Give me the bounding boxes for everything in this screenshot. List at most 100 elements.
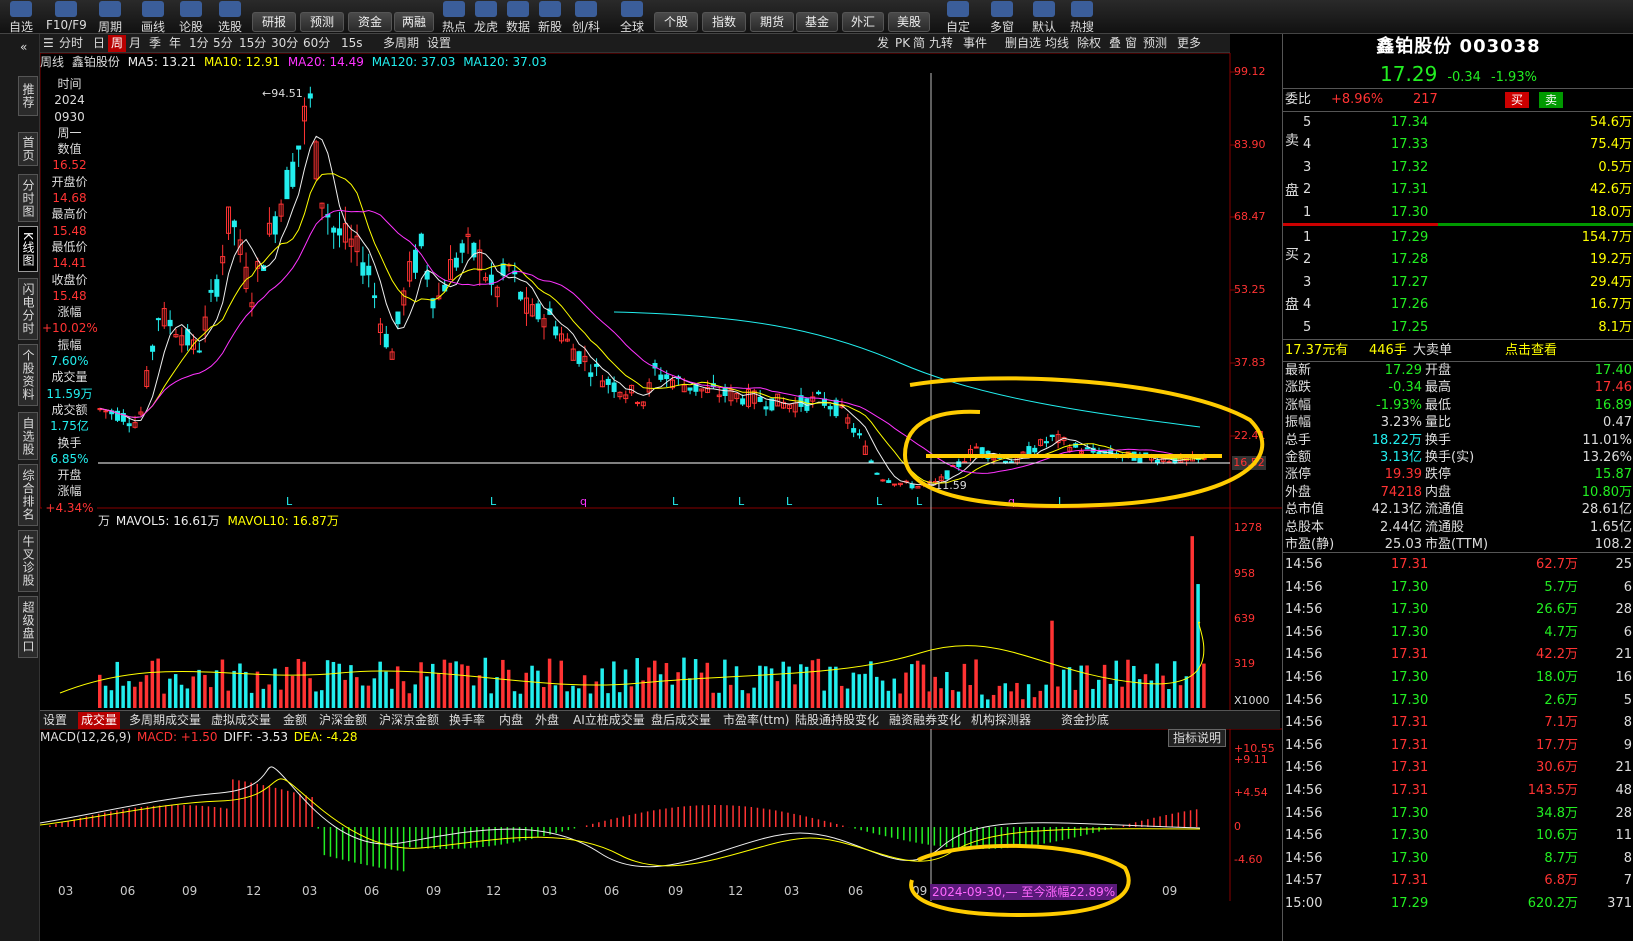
topbar-item-1[interactable]: F10/F9 bbox=[46, 0, 87, 34]
buy-button[interactable]: 买 bbox=[1505, 92, 1529, 108]
topbar-button-4[interactable]: 个股 bbox=[654, 12, 698, 32]
topbar-item-5[interactable]: 选股 bbox=[212, 0, 248, 34]
indicator-tab-16[interactable]: 资金抄底 bbox=[1058, 712, 1112, 729]
period-tab-13[interactable]: 设置 bbox=[424, 35, 454, 52]
topbar-button-8[interactable]: 外汇 bbox=[842, 12, 884, 32]
bid-row-1[interactable]: 2 17.28 19.2万 bbox=[1283, 249, 1633, 271]
indicator-tab-8[interactable]: 内盘 bbox=[496, 712, 526, 729]
topbar-item-3[interactable]: 画线 bbox=[134, 0, 172, 34]
topbar-item-8[interactable]: 数据 bbox=[502, 0, 534, 34]
period-tab-4[interactable]: 季 bbox=[146, 35, 164, 52]
big-order-link[interactable]: 点击查看 bbox=[1505, 340, 1557, 362]
topbar-icon-12 bbox=[947, 1, 969, 17]
tool-tab-3[interactable]: 九转 bbox=[926, 35, 956, 52]
ask-row-3[interactable]: 2 17.31 42.6万 bbox=[1283, 179, 1633, 201]
indicator-tab-10[interactable]: AI立桩成交量 bbox=[570, 712, 648, 729]
indicator-tab-5[interactable]: 沪深金额 bbox=[316, 712, 370, 729]
ask-row-0[interactable]: 5 17.34 54.6万 bbox=[1283, 112, 1633, 134]
indicator-tab-2[interactable]: 多周期成交量 bbox=[126, 712, 204, 729]
topbar-button-0[interactable]: 研报 bbox=[252, 12, 296, 32]
tool-tab-10[interactable]: 预测 bbox=[1140, 35, 1170, 52]
tick-count-1: 6 bbox=[1623, 579, 1632, 595]
period-tab-12[interactable]: 多周期 bbox=[380, 35, 422, 52]
left-tab-1[interactable]: 首页 bbox=[18, 132, 38, 166]
topbar-button-3[interactable]: 两融 bbox=[394, 12, 434, 32]
indicator-tab-13[interactable]: 陆股通持股变化 bbox=[792, 712, 882, 729]
left-tab-3[interactable]: K线图 bbox=[18, 226, 38, 272]
topbar-button-7[interactable]: 基金 bbox=[796, 12, 838, 32]
period-tab-5[interactable]: 年 bbox=[166, 35, 184, 52]
period-tab-11[interactable]: 15s bbox=[338, 35, 366, 52]
topbar-button-6[interactable]: 期货 bbox=[750, 12, 794, 32]
topbar-label-10: 创/科 bbox=[571, 20, 601, 34]
left-tab-5[interactable]: 个股资料 bbox=[18, 344, 38, 406]
topbar-item-14[interactable]: 默认 bbox=[1024, 0, 1064, 34]
period-tab-6[interactable]: 1分 bbox=[186, 35, 212, 52]
big-order-row[interactable]: 17.37元有 446手 大卖单 点击查看 bbox=[1283, 340, 1633, 362]
indicator-tab-4[interactable]: 金额 bbox=[280, 712, 310, 729]
indicator-tab-7[interactable]: 换手率 bbox=[446, 712, 488, 729]
period-tab-3[interactable]: 月 bbox=[126, 35, 144, 52]
left-tab-2[interactable]: 分时图 bbox=[18, 174, 38, 222]
period-tab-0[interactable]: 分时 bbox=[56, 35, 86, 52]
left-tab-9[interactable]: 超级盘口 bbox=[18, 596, 38, 658]
indicator-tab-9[interactable]: 外盘 bbox=[532, 712, 562, 729]
indicator-tab-0[interactable]: 设置 bbox=[40, 712, 70, 729]
topbar-item-12[interactable]: 自定 bbox=[938, 0, 978, 34]
tool-tab-6[interactable]: 均线 bbox=[1042, 35, 1072, 52]
topbar-item-7[interactable]: 龙虎 bbox=[470, 0, 502, 34]
bid-row-2[interactable]: 3 17.27 29.4万 bbox=[1283, 272, 1633, 294]
topbar-item-10[interactable]: 创/科 bbox=[568, 0, 604, 34]
topbar-item-0[interactable]: 自选 bbox=[0, 0, 42, 34]
topbar-button-5[interactable]: 指数 bbox=[702, 12, 746, 32]
left-tab-0[interactable]: 推荐 bbox=[18, 76, 38, 116]
left-tab-8[interactable]: 牛叉诊股 bbox=[18, 530, 38, 592]
collapse-icon[interactable]: « bbox=[20, 40, 27, 54]
ask-row-1[interactable]: 4 17.33 75.4万 bbox=[1283, 134, 1633, 156]
kline-chart[interactable]: ←94.51←11.59L Lq L L L L Lq L bbox=[40, 53, 1282, 901]
left-tab-4[interactable]: 闪电分时 bbox=[18, 278, 38, 340]
topbar-button-2[interactable]: 资金 bbox=[348, 12, 392, 32]
bid-row-3[interactable]: 4 17.26 16.7万 bbox=[1283, 294, 1633, 316]
period-tab-7[interactable]: 5分 bbox=[210, 35, 236, 52]
left-tab-6[interactable]: 自选股 bbox=[18, 412, 38, 460]
topbar-item-9[interactable]: 新股 bbox=[534, 0, 566, 34]
sell-button[interactable]: 卖 bbox=[1539, 92, 1563, 108]
tool-tab-4[interactable]: 事件 bbox=[960, 35, 990, 52]
left-tab-7[interactable]: 综合排名 bbox=[18, 464, 38, 526]
quote-value-b-2: 16.89 bbox=[1594, 397, 1632, 413]
topbar-item-2[interactable]: 周期 bbox=[92, 0, 128, 34]
tool-tab-7[interactable]: 除权 bbox=[1074, 35, 1104, 52]
indicator-tab-11[interactable]: 盘后成交量 bbox=[648, 712, 714, 729]
indicator-tab-3[interactable]: 虚拟成交量 bbox=[208, 712, 274, 729]
period-tab-1[interactable]: 日 bbox=[90, 35, 108, 52]
period-tab-2[interactable]: 周 bbox=[108, 35, 127, 52]
bid-row-0[interactable]: 1 17.29 154.7万 bbox=[1283, 227, 1633, 249]
indicator-tab-14[interactable]: 融资融券变化 bbox=[886, 712, 964, 729]
period-tab-9[interactable]: 30分 bbox=[268, 35, 301, 52]
info-value-6: 14.41 bbox=[52, 256, 87, 271]
indicator-help-button[interactable]: 指标说明 bbox=[1168, 729, 1226, 747]
period-tab-10[interactable]: 60分 bbox=[300, 35, 333, 52]
period-tab-8[interactable]: 15分 bbox=[236, 35, 269, 52]
topbar-button-1[interactable]: 预测 bbox=[300, 12, 344, 32]
ask-row-4[interactable]: 1 17.30 18.0万 bbox=[1283, 202, 1633, 224]
menu-icon[interactable]: ☰ bbox=[40, 35, 57, 52]
indicator-tab-15[interactable]: 机构探测器 bbox=[968, 712, 1034, 729]
indicator-tab-12[interactable]: 市盈率(ttm) bbox=[720, 712, 792, 729]
ask-row-2[interactable]: 3 17.32 0.5万 bbox=[1283, 157, 1633, 179]
bid-row-4[interactable]: 5 17.25 8.1万 bbox=[1283, 317, 1633, 339]
topbar-item-6[interactable]: 热点 bbox=[438, 0, 470, 34]
indicator-tab-1[interactable]: 成交量 bbox=[78, 712, 121, 729]
tool-tab-9[interactable]: 窗 bbox=[1122, 35, 1140, 52]
tool-tab-11[interactable]: 更多 bbox=[1174, 35, 1204, 52]
topbar-item-11[interactable]: 全球 bbox=[614, 0, 650, 34]
indicator-tab-6[interactable]: 沪深京金额 bbox=[376, 712, 442, 729]
topbar-item-13[interactable]: 多窗 bbox=[982, 0, 1022, 34]
tool-tab-0[interactable]: 发 bbox=[874, 35, 892, 52]
topbar-item-4[interactable]: 论股 bbox=[174, 0, 208, 34]
quote-label-b-5: 换手(实) bbox=[1425, 450, 1475, 465]
topbar-item-15[interactable]: 热搜 bbox=[1066, 0, 1098, 34]
topbar-button-9[interactable]: 美股 bbox=[888, 12, 930, 32]
tool-tab-5[interactable]: 删自选 bbox=[1002, 35, 1044, 52]
